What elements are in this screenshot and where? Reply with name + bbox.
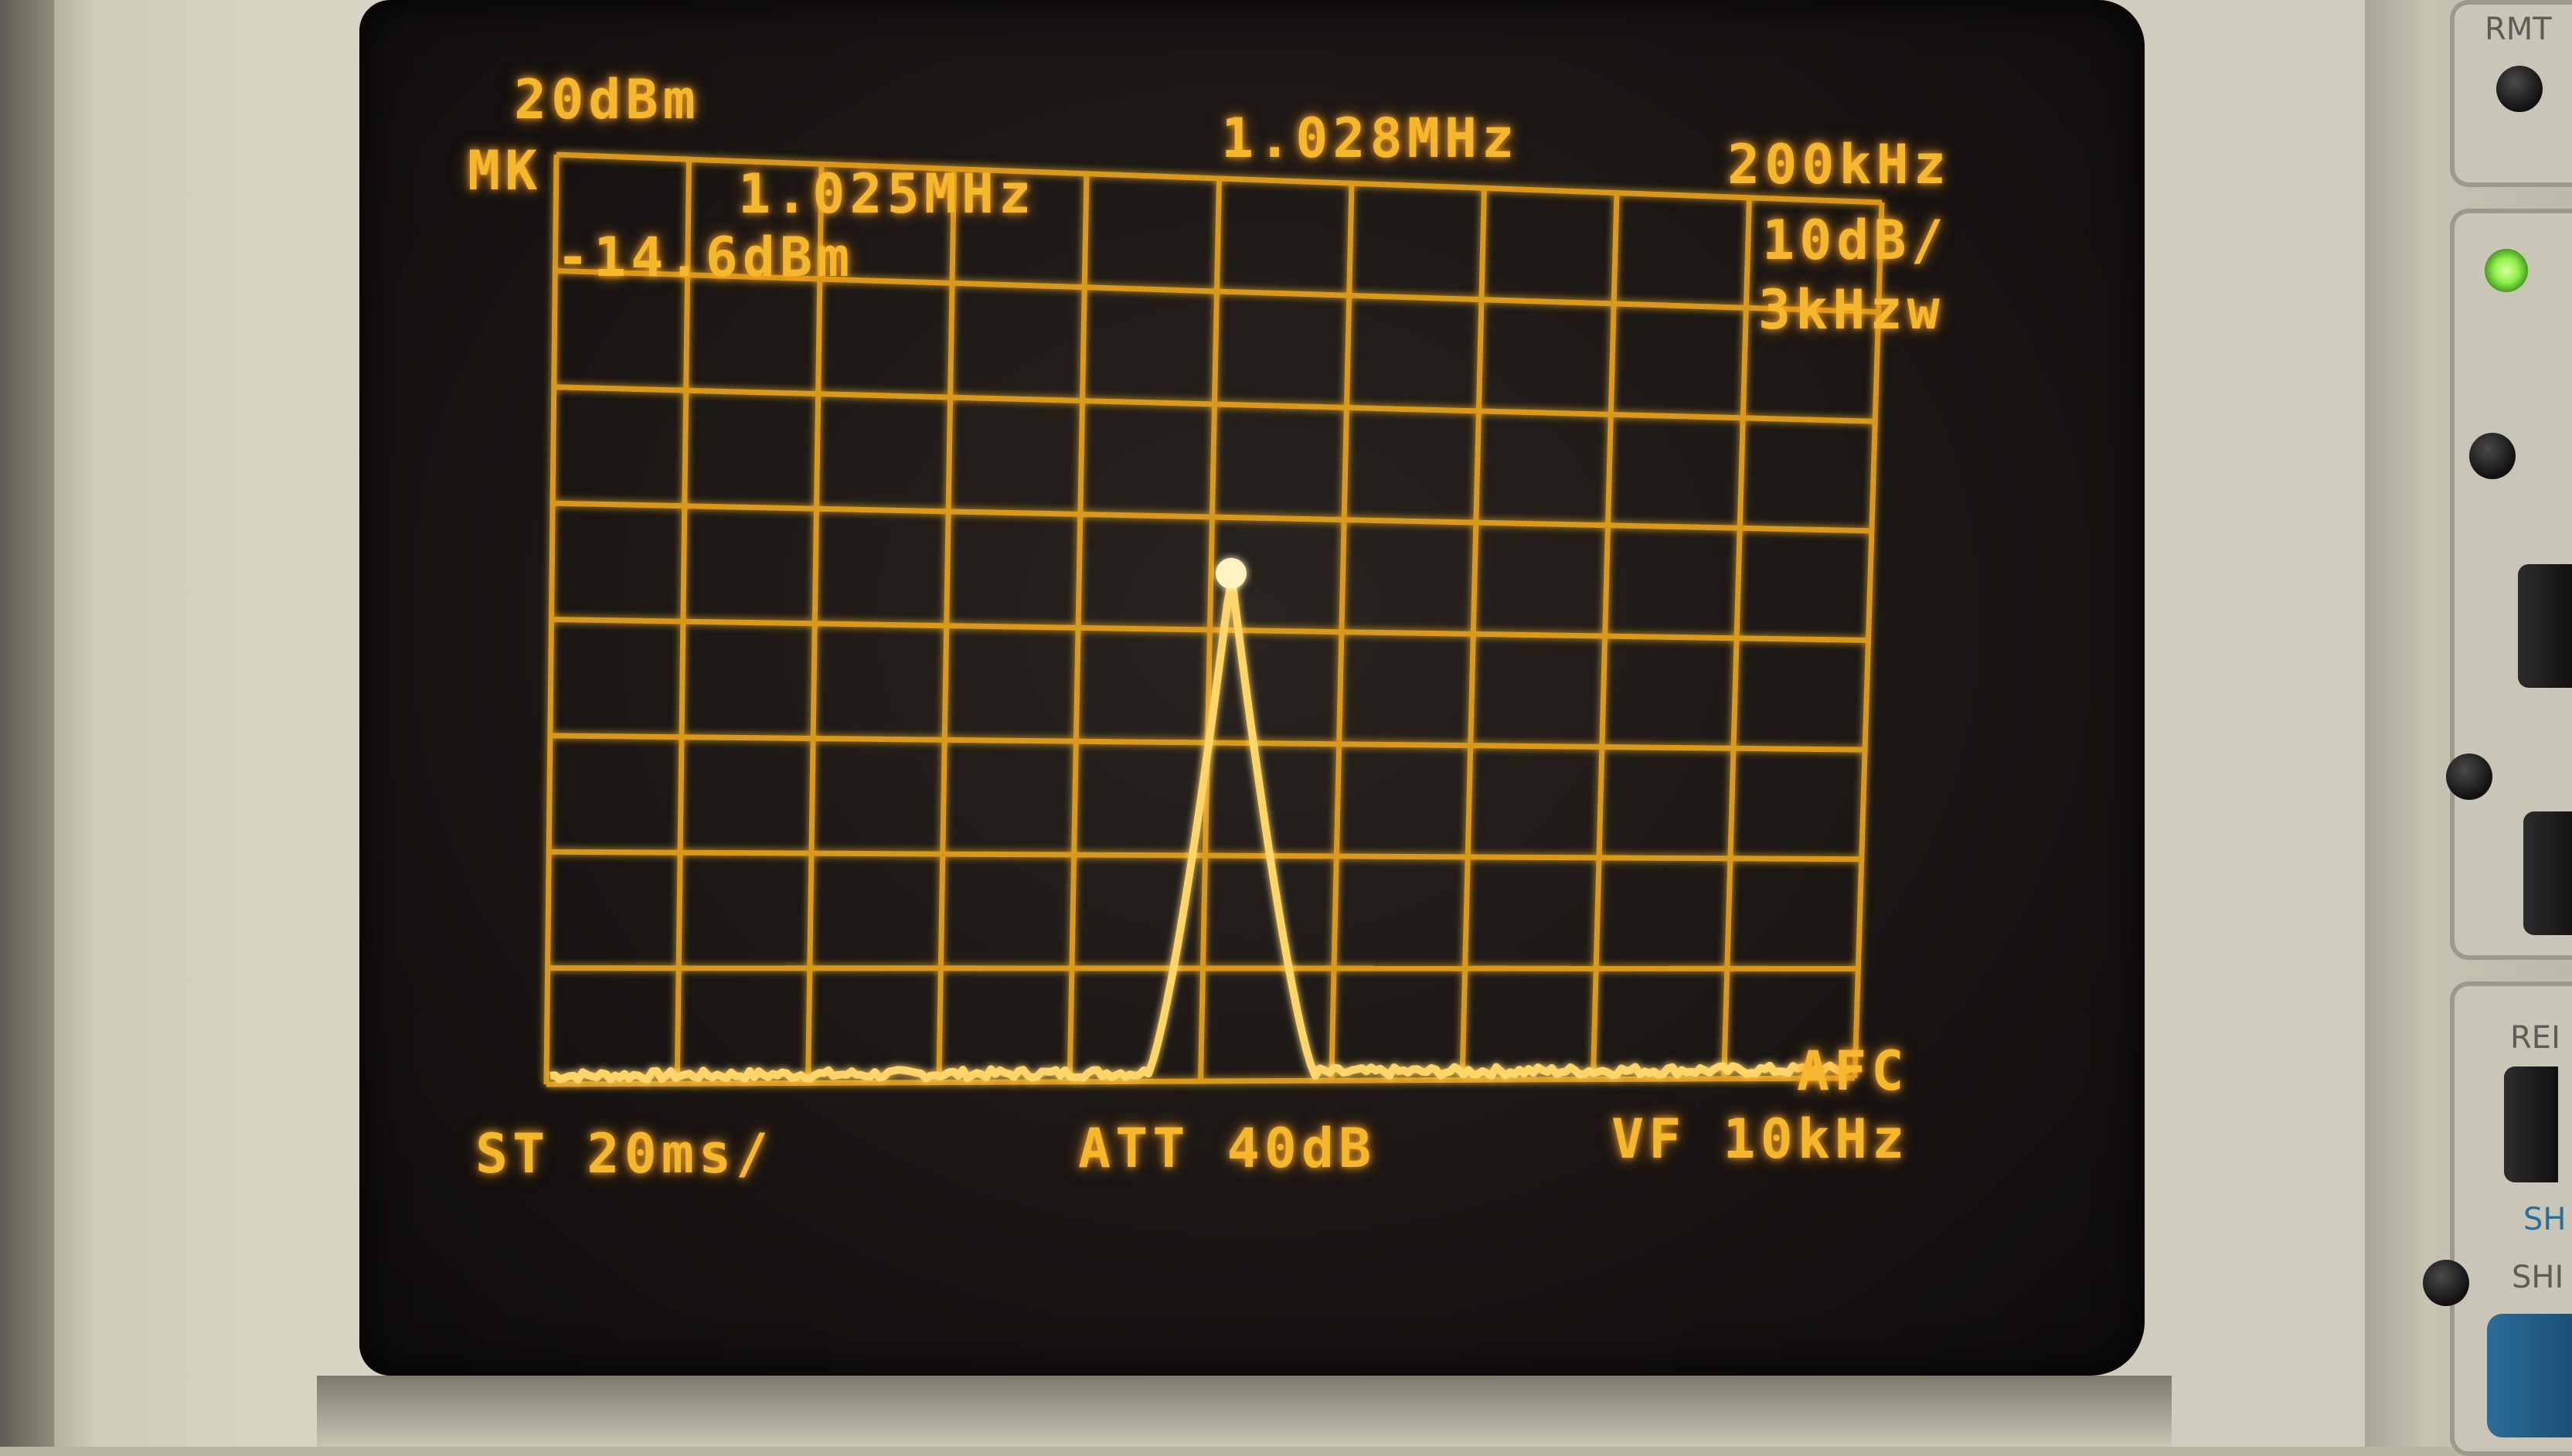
graticule-grid xyxy=(543,151,1885,1087)
center-frequency: 1.028MHz xyxy=(1221,107,1519,170)
spectrum-display xyxy=(543,151,1885,1087)
grid-hline xyxy=(547,965,1859,971)
reference-level: 20dBm xyxy=(514,68,700,131)
marker-label: MK xyxy=(468,139,543,202)
marker-level: -14.6dBm xyxy=(556,226,855,289)
afc-indicator: AFC xyxy=(1797,1039,1909,1103)
resolution-bandwidth: 3kHzw xyxy=(1758,278,1944,342)
marker-dot-icon xyxy=(1216,558,1247,589)
marker-frequency: 1.025MHz xyxy=(738,162,1036,226)
sweep-time: ST 20ms/ xyxy=(475,1122,774,1186)
frequency-span: 200kHz xyxy=(1727,133,1951,196)
vertical-scale: 10dB/ xyxy=(1762,209,1948,272)
spectrum-trace xyxy=(549,576,1851,1083)
input-attenuation: ATT 40dB xyxy=(1078,1117,1376,1180)
video-filter: VF 10kHz xyxy=(1611,1107,1910,1171)
grid-hline xyxy=(549,849,1862,862)
